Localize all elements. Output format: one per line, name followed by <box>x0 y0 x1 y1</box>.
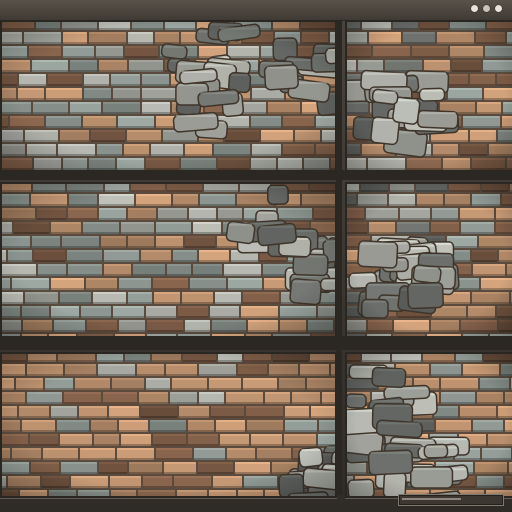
title-bar <box>0 0 512 21</box>
texture-panel-bottom-wide[interactable] <box>0 352 337 498</box>
vertical-divider <box>336 20 342 495</box>
texture-panel-bottom-right[interactable] <box>345 352 512 498</box>
horizontal-divider-bottom <box>0 336 512 350</box>
brick-texture-image <box>347 354 512 496</box>
texture-panel-middle-wide[interactable] <box>0 182 337 338</box>
brick-texture-image <box>2 184 335 336</box>
horizontal-divider-top <box>0 170 512 180</box>
status-progress-box <box>398 494 504 506</box>
close-icon[interactable] <box>495 5 502 12</box>
texture-panel-top-right[interactable] <box>345 20 512 172</box>
brick-texture-image <box>2 22 335 170</box>
maximize-icon[interactable] <box>483 5 490 12</box>
texture-panel-top-wide[interactable] <box>0 20 337 172</box>
texture-panel-middle-right[interactable] <box>345 182 512 338</box>
minimize-icon[interactable] <box>471 5 478 12</box>
brick-texture-image <box>347 184 512 336</box>
brick-texture-image <box>347 22 512 170</box>
brick-texture-image <box>2 354 335 496</box>
status-progress-fill <box>402 498 461 500</box>
texture-viewer-window <box>0 0 512 512</box>
window-controls <box>471 5 502 12</box>
